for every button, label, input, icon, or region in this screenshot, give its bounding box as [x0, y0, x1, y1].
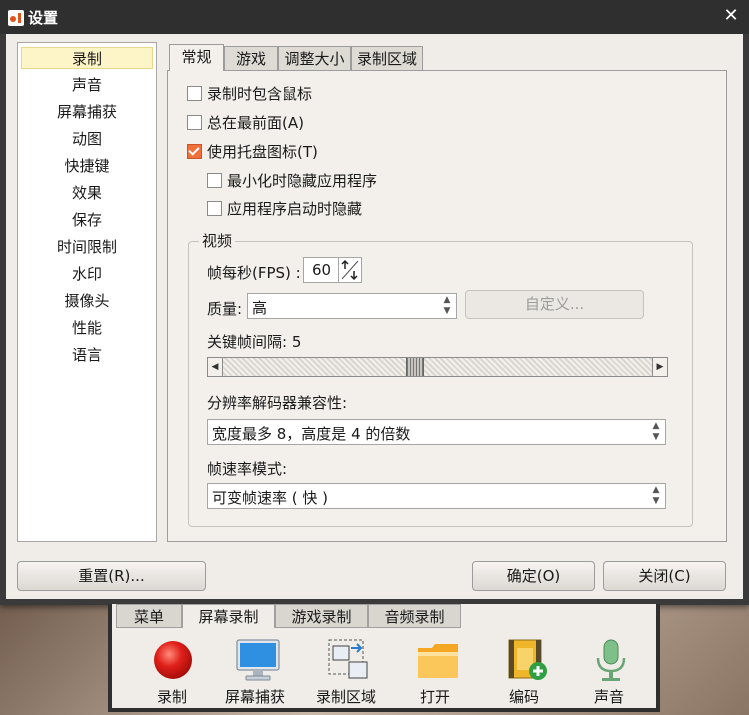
record-area-tool-button[interactable]: 录制区域 — [308, 634, 384, 706]
video-group: 视频 帧每秒(FPS) : 60 质量: 高 ▲ ▼ 自定义... 关键帧间隔:… — [188, 230, 693, 527]
toolbar-panel: 菜单 屏幕录制 游戏录制 音频录制 录制 屏幕捕获 录制区域 打开 编码 声音 — [112, 604, 656, 708]
always-on-top-label: 总在最前面(A) — [207, 114, 304, 132]
hide-on-minimize-box[interactable] — [207, 173, 222, 188]
nav-item-watermark[interactable]: 水印 — [21, 263, 153, 285]
fps-spin-arrows-icon[interactable] — [338, 258, 361, 282]
nav-item-gif[interactable]: 动图 — [21, 128, 153, 150]
hide-on-minimize-checkbox[interactable]: 最小化时隐藏应用程序 — [207, 171, 377, 191]
include-mouse-label: 录制时包含鼠标 — [207, 85, 313, 103]
tab-game-record[interactable]: 游戏录制 — [275, 604, 368, 628]
combo-arrows-icon[interactable]: ▲ ▼ — [647, 420, 665, 445]
screen-capture-tool-button[interactable]: 屏幕捕获 — [217, 634, 293, 706]
folder-icon — [416, 638, 458, 682]
app-icon — [8, 10, 24, 26]
main-toolbar-window: 菜单 屏幕录制 游戏录制 音频录制 录制 屏幕捕获 录制区域 打开 编码 声音 — [108, 604, 660, 712]
tab-menu[interactable]: 菜单 — [116, 604, 182, 628]
close-button[interactable]: 关闭(C) — [603, 561, 726, 591]
sound-tool-button[interactable]: 声音 — [571, 634, 647, 706]
tab-general[interactable]: 常规 — [169, 44, 224, 71]
frame-rate-mode-value: 可变帧速率 ( 快 ) — [212, 489, 329, 507]
frame-rate-mode-label: 帧速率模式: — [207, 460, 288, 478]
always-on-top-checkbox[interactable]: 总在最前面(A) — [187, 113, 304, 133]
hide-on-minimize-label: 最小化时隐藏应用程序 — [227, 172, 378, 190]
open-tool-label: 打开 — [419, 688, 450, 706]
nav-item-language[interactable]: 语言 — [21, 344, 153, 366]
title-bar[interactable]: 设置 ✕ — [0, 0, 749, 34]
tab-record-area[interactable]: 录制区域 — [351, 46, 423, 70]
open-tool-button[interactable]: 打开 — [397, 634, 473, 706]
nav-item-record[interactable]: 录制 — [21, 47, 153, 69]
quality-combobox[interactable]: 高 ▲ ▼ — [247, 293, 457, 319]
dialog-body: 录制 声音 屏幕捕获 动图 快捷键 效果 保存 时间限制 水印 摄像头 性能 语… — [6, 34, 743, 599]
slider-thumb[interactable] — [406, 358, 424, 376]
nav-item-save[interactable]: 保存 — [21, 209, 153, 231]
always-on-top-box[interactable] — [187, 115, 202, 130]
ok-button[interactable]: 确定(O) — [472, 561, 595, 591]
keyframe-interval-label: 关键帧间隔: 5 — [207, 333, 302, 351]
fps-label: 帧每秒(FPS) : — [207, 264, 301, 282]
custom-quality-button[interactable]: 自定义... — [465, 290, 644, 319]
tab-screen-record[interactable]: 屏幕录制 — [182, 604, 275, 628]
tab-game[interactable]: 游戏 — [224, 46, 278, 70]
video-group-title: 视频 — [199, 230, 236, 251]
slider-right-arrow-icon[interactable]: ▶ — [652, 358, 667, 376]
microphone-icon — [590, 638, 630, 682]
screen-capture-tool-label: 屏幕捕获 — [224, 688, 285, 706]
resolution-compat-value: 宽度最多 8，高度是 4 的倍数 — [212, 425, 411, 443]
window-title: 设置 — [28, 9, 59, 27]
include-mouse-box[interactable] — [187, 86, 202, 101]
combo-arrows-icon[interactable]: ▲ ▼ — [438, 294, 456, 319]
nav-item-webcam[interactable]: 摄像头 — [21, 290, 153, 312]
general-tab-panel: 录制时包含鼠标 总在最前面(A) 使用托盘图标(T) 最小化时隐藏应用程序 应用… — [167, 70, 727, 542]
encode-tool-button[interactable]: 编码 — [486, 634, 562, 706]
film-add-icon — [505, 638, 547, 682]
record-tool-label: 录制 — [156, 688, 187, 706]
tray-icon-box[interactable] — [187, 144, 202, 159]
nav-item-time-limit[interactable]: 时间限制 — [21, 236, 153, 258]
tray-icon-label: 使用托盘图标(T) — [207, 143, 318, 161]
close-icon[interactable]: ✕ — [721, 6, 741, 26]
hide-on-start-box[interactable] — [207, 201, 222, 216]
fps-spinbox[interactable]: 60 — [303, 257, 362, 283]
quality-label: 质量: — [207, 300, 243, 318]
quality-value: 高 — [252, 299, 268, 317]
tab-resize[interactable]: 调整大小 — [278, 46, 351, 70]
sound-tool-label: 声音 — [593, 688, 624, 706]
nav-item-hotkeys[interactable]: 快捷键 — [21, 155, 153, 177]
frame-rate-mode-combobox[interactable]: 可变帧速率 ( 快 ) ▲ ▼ — [207, 483, 666, 509]
resolution-compat-combobox[interactable]: 宽度最多 8，高度是 4 的倍数 ▲ ▼ — [207, 419, 666, 445]
nav-item-performance[interactable]: 性能 — [21, 317, 153, 339]
hide-on-start-checkbox[interactable]: 应用程序启动时隐藏 — [207, 199, 362, 219]
record-tool-button[interactable]: 录制 — [134, 634, 210, 706]
nav-item-effects[interactable]: 效果 — [21, 182, 153, 204]
include-mouse-checkbox[interactable]: 录制时包含鼠标 — [187, 84, 312, 104]
category-list: 录制 声音 屏幕捕获 动图 快捷键 效果 保存 时间限制 水印 摄像头 性能 语… — [17, 42, 157, 542]
tab-audio-record[interactable]: 音频录制 — [368, 604, 461, 628]
hide-on-start-label: 应用程序启动时隐藏 — [227, 200, 363, 218]
slider-left-arrow-icon[interactable]: ◀ — [208, 358, 223, 376]
record-area-tool-label: 录制区域 — [315, 688, 376, 706]
nav-item-sound[interactable]: 声音 — [21, 74, 153, 96]
reset-button[interactable]: 重置(R)... — [17, 561, 206, 591]
settings-window: 设置 ✕ 录制 声音 屏幕捕获 动图 快捷键 效果 保存 时间限制 水印 摄像头… — [0, 0, 749, 605]
record-area-icon — [327, 638, 368, 682]
monitor-icon — [236, 638, 280, 682]
encode-tool-label: 编码 — [508, 688, 539, 706]
tray-icon-checkbox[interactable]: 使用托盘图标(T) — [187, 142, 318, 162]
fps-value: 60 — [312, 261, 332, 279]
nav-item-screen-capture[interactable]: 屏幕捕获 — [21, 101, 153, 123]
combo-arrows-icon[interactable]: ▲ ▼ — [647, 484, 665, 509]
resolution-compat-label: 分辨率解码器兼容性: — [207, 394, 348, 412]
keyframe-slider[interactable]: ◀ ▶ — [207, 357, 668, 377]
record-icon — [153, 638, 193, 682]
